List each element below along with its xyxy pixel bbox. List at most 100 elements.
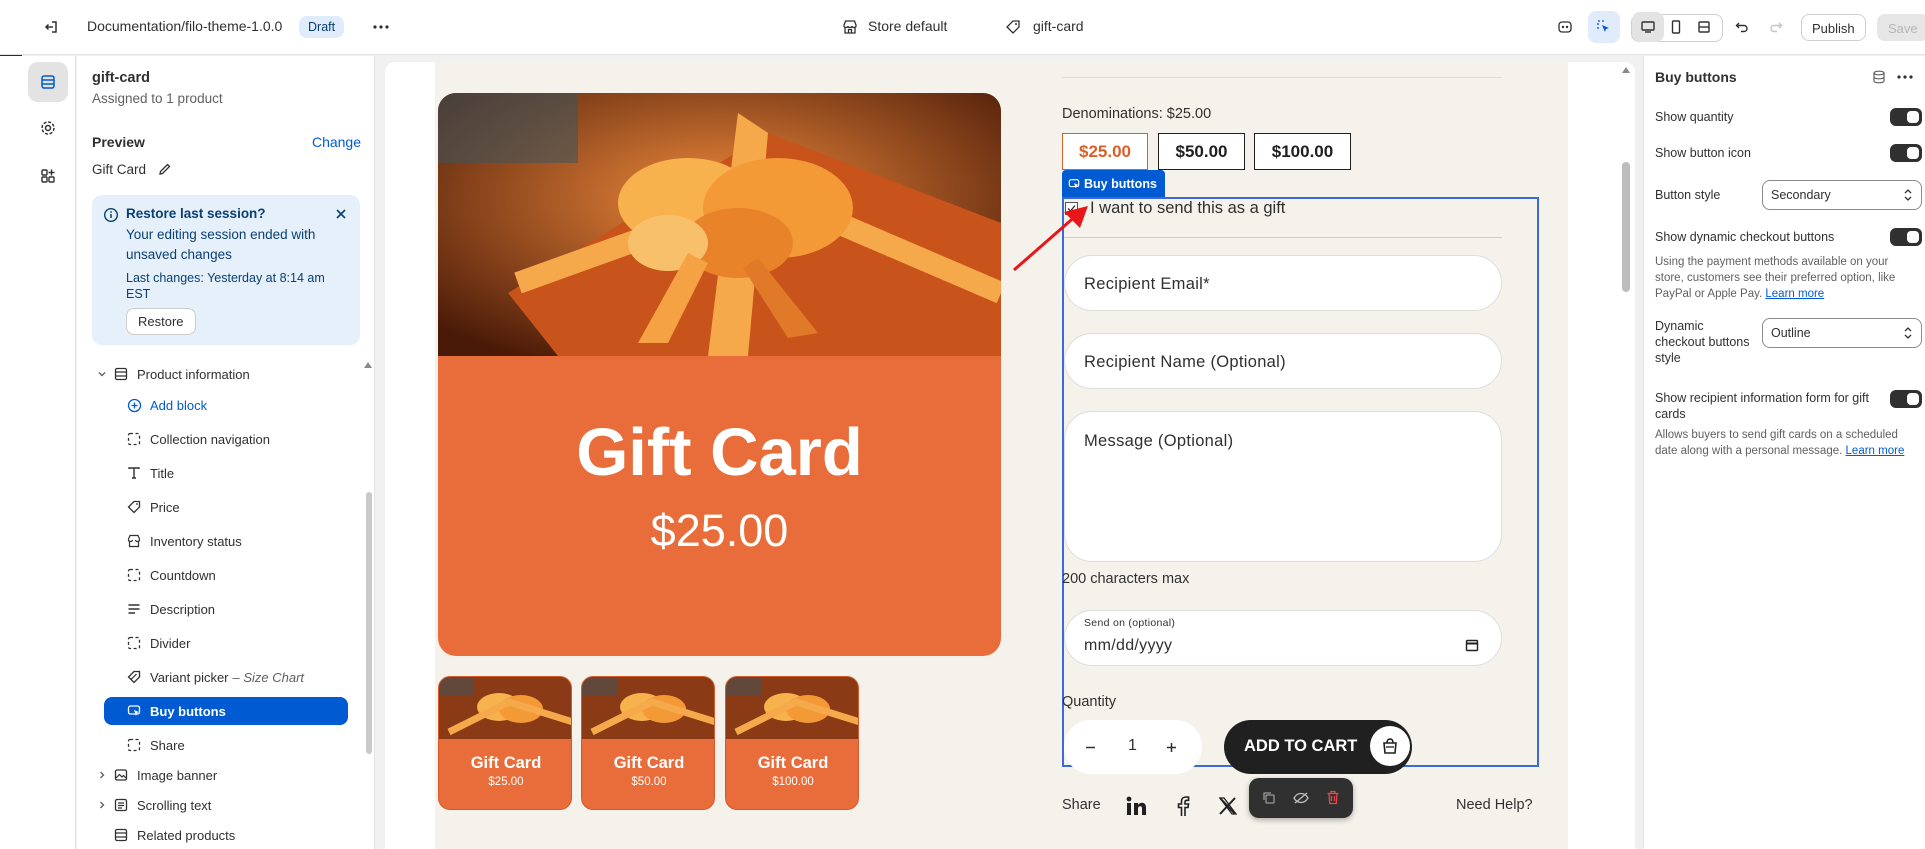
add-to-cart-button[interactable]: ADD TO CART (1224, 720, 1412, 774)
chars-max-hint: 200 characters max (1062, 571, 1190, 587)
change-link[interactable]: Change (312, 134, 361, 150)
thumbnail-title: Gift Card (757, 754, 829, 772)
block-label: Buy buttons (150, 703, 226, 719)
top-bar: Documentation/filo-theme-1.0.0 Draft Sto… (0, 0, 1925, 55)
template-title: gift-card (92, 70, 150, 86)
section-label: Image banner (137, 767, 218, 783)
block-divider[interactable]: Divider (126, 629, 190, 657)
block-inventory-status[interactable]: Inventory status (126, 527, 242, 555)
more-icon[interactable] (1897, 75, 1913, 79)
dashed-square-icon (126, 635, 142, 651)
publish-button[interactable]: Publish (1801, 14, 1866, 41)
recipient-name-input[interactable]: Recipient Name (Optional) (1064, 333, 1502, 389)
dynamic-style-select[interactable]: Outline (1762, 318, 1922, 348)
recipient-form-toggle[interactable] (1890, 390, 1922, 408)
block-label: Divider (150, 635, 191, 651)
template-selector[interactable]: gift-card (1033, 18, 1084, 34)
learn-more-link[interactable]: Learn more (1765, 288, 1824, 300)
gift-checkbox-label[interactable]: I want to send this as a gift (1090, 199, 1285, 218)
sidebar-scrollbar[interactable] (366, 492, 372, 754)
dynamic-checkout-label: Show dynamic checkout buttons (1655, 230, 1835, 244)
section-scrolling-text[interactable]: Scrolling text (97, 791, 211, 819)
block-variant-picker[interactable]: Variant picker – Size Chart (126, 663, 304, 691)
thumbnail-2[interactable]: Gift Card $50.00 (581, 676, 715, 810)
pencil-icon[interactable] (158, 162, 172, 176)
learn-more-link[interactable]: Learn more (1846, 445, 1905, 457)
restore-title: Restore last session? (126, 206, 266, 221)
block-selection-tag[interactable]: Buy buttons (1062, 170, 1165, 197)
undo-icon[interactable] (1726, 11, 1758, 43)
draft-badge: Draft (299, 16, 345, 38)
duplicate-icon[interactable] (1262, 791, 1276, 805)
section-image-banner[interactable]: Image banner (97, 761, 217, 789)
send-on-date-input[interactable]: Send on (optional) mm/dd/yyyy (1064, 610, 1502, 666)
thumbnail-3[interactable]: Gift Card $100.00 (725, 676, 859, 810)
database-icon[interactable] (1872, 70, 1886, 84)
quantity-value[interactable]: 1 (1128, 737, 1137, 755)
settings-gear-icon[interactable] (28, 108, 68, 148)
chevron-right-icon[interactable] (97, 770, 107, 780)
recipient-email-input[interactable]: Recipient Email* (1064, 255, 1502, 311)
preview-item[interactable]: Gift Card (92, 162, 172, 177)
block-share[interactable]: Share (126, 731, 185, 759)
linkedin-icon[interactable] (1125, 795, 1147, 817)
show-quantity-label: Show quantity (1655, 110, 1734, 124)
select-chevron-icon (1904, 189, 1912, 201)
block-description[interactable]: Description (126, 595, 215, 623)
save-button[interactable]: Save (1877, 14, 1925, 41)
trash-icon[interactable] (1326, 790, 1340, 805)
section-product-information[interactable]: Product information (77, 360, 374, 388)
minus-icon[interactable] (1084, 741, 1097, 754)
scroll-up-arrow-icon[interactable] (1621, 66, 1631, 74)
dynamic-checkout-toggle[interactable] (1890, 228, 1922, 246)
variant-icon (126, 669, 142, 685)
block-title[interactable]: Title (126, 459, 174, 487)
message-textarea[interactable]: Message (Optional) (1064, 411, 1502, 562)
block-floating-toolbar (1249, 778, 1353, 818)
restore-button[interactable]: Restore (126, 308, 196, 335)
block-label: Countdown (150, 567, 216, 583)
more-icon[interactable] (365, 11, 397, 43)
need-help-link[interactable]: Need Help? (1456, 797, 1533, 813)
block-label: Share (150, 737, 185, 753)
chevron-right-icon[interactable] (97, 800, 107, 810)
add-block-button[interactable]: Add block (126, 391, 207, 419)
ai-icon[interactable] (1549, 11, 1581, 43)
redo-icon[interactable] (1760, 11, 1792, 43)
denomination-option-25[interactable]: $25.00 (1062, 133, 1148, 170)
x-icon[interactable] (1218, 796, 1238, 816)
apps-icon[interactable] (28, 156, 68, 196)
chevron-down-icon[interactable] (97, 369, 107, 379)
preview-item-label: Gift Card (92, 162, 147, 177)
left-rail (0, 56, 76, 849)
preview-scrollbar[interactable] (1622, 162, 1630, 292)
hero-price: $25.00 (650, 505, 789, 556)
recipient-form-label: Show recipient information form for gift… (1655, 391, 1869, 421)
close-icon[interactable] (334, 207, 348, 221)
show-button-icon-toggle[interactable] (1890, 144, 1922, 162)
store-selector[interactable]: Store default (868, 18, 947, 34)
show-quantity-toggle[interactable] (1890, 108, 1922, 126)
fullscreen-icon[interactable] (1688, 11, 1720, 43)
exit-icon[interactable] (35, 11, 67, 43)
restore-banner: Restore last session? Your editing sessi… (92, 195, 360, 345)
theme-name[interactable]: Documentation/filo-theme-1.0.0 (87, 18, 282, 34)
sections-icon[interactable] (28, 62, 68, 102)
section-related-products[interactable]: Related products (113, 821, 235, 849)
denomination-option-50[interactable]: $50.00 (1158, 133, 1245, 170)
button-style-select[interactable]: Secondary (1762, 180, 1922, 210)
block-collection-navigation[interactable]: Collection navigation (126, 425, 270, 453)
denomination-option-100[interactable]: $100.00 (1254, 133, 1351, 170)
facebook-icon[interactable] (1172, 795, 1194, 817)
scroll-up-arrow-icon[interactable] (363, 361, 373, 369)
block-countdown[interactable]: Countdown (126, 561, 216, 589)
hide-eye-icon[interactable] (1293, 791, 1309, 805)
calendar-icon[interactable] (1465, 638, 1479, 652)
thumbnail-1[interactable]: Gift Card $25.00 (438, 676, 572, 810)
inspector-icon[interactable] (1588, 11, 1620, 43)
block-price[interactable]: Price (126, 493, 180, 521)
block-buy-buttons[interactable]: Buy buttons (104, 697, 348, 725)
plus-icon[interactable] (1165, 741, 1178, 754)
thumbnail-price: $50.00 (631, 776, 667, 788)
block-label: Inventory status (150, 533, 242, 549)
